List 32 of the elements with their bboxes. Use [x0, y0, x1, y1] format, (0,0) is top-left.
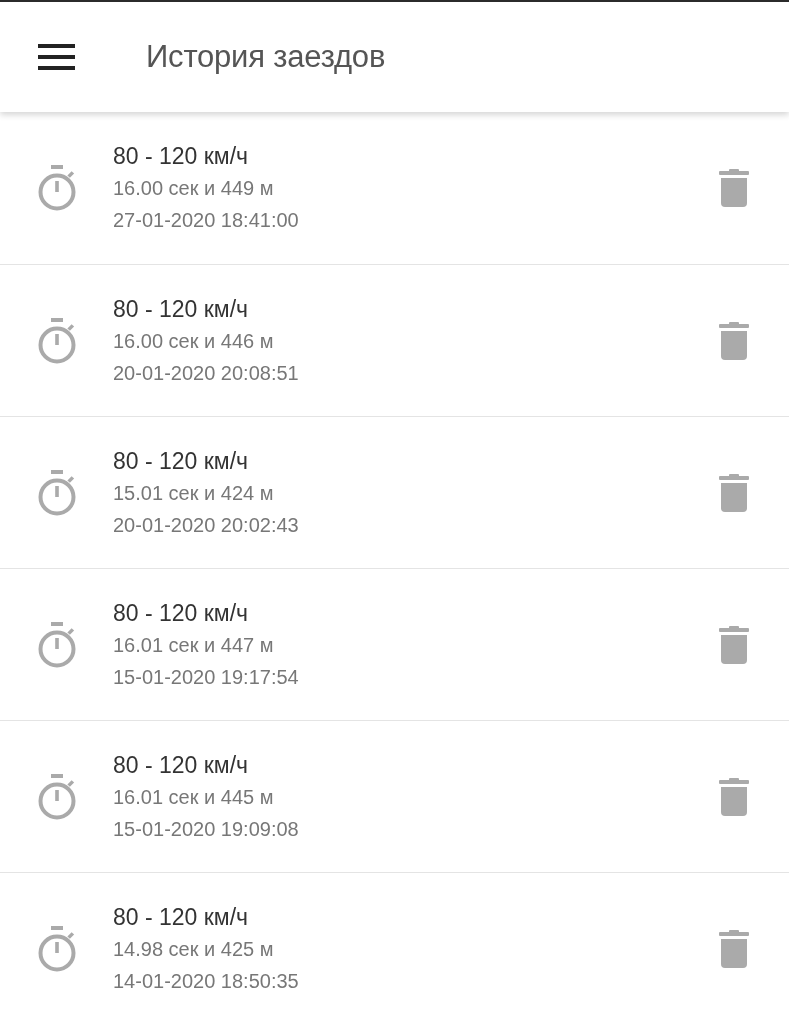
run-title: 80 - 120 км/ч [113, 294, 249, 324]
delete-icon[interactable] [719, 929, 749, 968]
run-date: 15-01-2020 19:17:54 [113, 664, 299, 690]
run-date: 20-01-2020 20:08:51 [113, 360, 299, 386]
delete-icon[interactable] [719, 777, 749, 816]
run-result: 16.01 сек и 447 м [113, 632, 274, 658]
delete-icon[interactable] [719, 625, 749, 664]
stopwatch-icon [38, 925, 76, 972]
run-date: 14-01-2020 18:50:35 [113, 968, 299, 994]
delete-icon[interactable] [719, 169, 749, 207]
run-date: 15-01-2020 19:09:08 [113, 816, 299, 842]
run-title: 80 - 120 км/ч [113, 446, 249, 476]
run-title: 80 - 120 км/ч [113, 598, 249, 628]
stopwatch-icon [38, 773, 76, 820]
stopwatch-icon [38, 317, 76, 364]
stopwatch-icon [38, 165, 76, 211]
run-date: 27-01-2020 18:41:00 [113, 208, 299, 233]
run-result: 16.00 сек и 449 м [113, 176, 274, 201]
menu-icon[interactable] [36, 42, 77, 72]
screen-title: История заездов [146, 37, 386, 76]
delete-icon[interactable] [719, 321, 749, 360]
stopwatch-icon [38, 469, 76, 516]
run-title: 80 - 120 км/ч [113, 750, 249, 780]
stopwatch-icon [38, 621, 76, 668]
run-result: 16.00 сек и 446 м [113, 328, 274, 354]
run-result: 15.01 сек и 424 м [113, 480, 274, 506]
run-title: 80 - 120 км/ч [113, 902, 249, 932]
run-date: 20-01-2020 20:02:43 [113, 512, 299, 538]
run-result: 16.01 сек и 445 м [113, 784, 274, 810]
run-result: 14.98 сек и 425 м [113, 936, 274, 962]
delete-icon[interactable] [719, 473, 749, 512]
run-title: 80 - 120 км/ч [113, 142, 249, 171]
